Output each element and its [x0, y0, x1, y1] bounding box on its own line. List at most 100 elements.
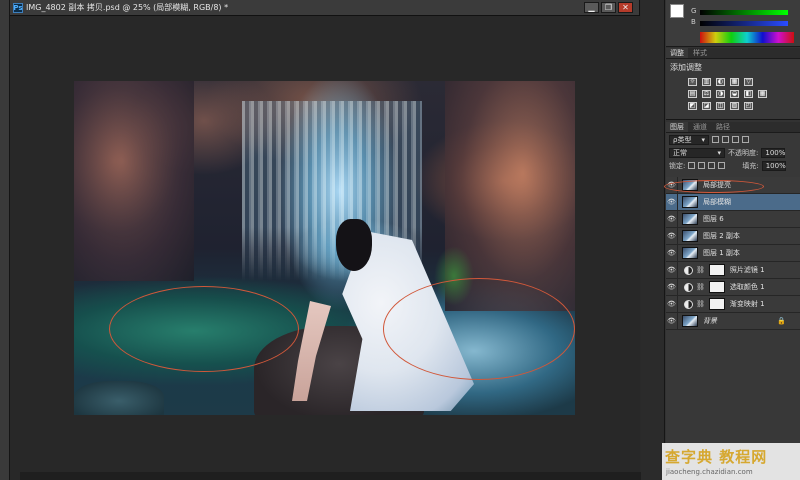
layer-row[interactable]: 👁 ⛓ 渐变映射 1 [666, 295, 800, 313]
fill-input[interactable]: 100% [761, 160, 786, 171]
layer-name[interactable]: 局部模糊 [703, 197, 731, 207]
layer-name[interactable]: 渐变映射 1 [730, 299, 765, 309]
vibrance-icon[interactable]: ▽ [744, 78, 753, 86]
blend-mode-value: 正常 [673, 148, 687, 157]
lock-label: 锁定: [669, 161, 686, 170]
chevron-down-icon: ▾ [701, 135, 705, 144]
layer-name[interactable]: 选取颜色 1 [730, 282, 765, 292]
blend-mode-dropdown[interactable]: 正常 ▾ [669, 147, 725, 158]
stone-left [74, 381, 164, 415]
layer-thumbnail[interactable] [682, 230, 698, 242]
visibility-eye-icon[interactable]: 👁 [666, 227, 678, 245]
layer-thumbnail[interactable] [682, 247, 698, 259]
adjustments-tabs: 调整 样式 [666, 48, 800, 59]
link-icon[interactable]: ⛓ [696, 266, 705, 274]
photoshop-window: Ps IMG_4802 副本 拷贝.psd @ 25% (局部模糊, RGB/8… [0, 0, 800, 480]
adjustment-icons-row-3: ◩ ◪ ◫ ▨ ◰ [666, 100, 800, 112]
layer-row[interactable]: 👁 ⛓ 照片滤镜 1 [666, 261, 800, 279]
layer-thumbnail[interactable] [682, 315, 698, 327]
watermark: 查字典 教程网 jiaocheng.chazidian.com [662, 443, 800, 480]
threshold-icon[interactable]: ◫ [716, 102, 725, 110]
document-window: Ps IMG_4802 副本 拷贝.psd @ 25% (局部模糊, RGB/8… [10, 0, 650, 480]
visibility-eye-icon[interactable]: 👁 [666, 244, 678, 262]
document-tab[interactable]: Ps IMG_4802 副本 拷贝.psd @ 25% (局部模糊, RGB/8… [10, 0, 639, 16]
posterize-icon[interactable]: ◪ [702, 102, 711, 110]
tab-layers[interactable]: 图层 [666, 122, 688, 132]
visibility-eye-icon[interactable]: 👁 [666, 261, 678, 279]
filter-shape-icon[interactable] [742, 136, 749, 143]
layer-row[interactable]: 👁 图层 6 [666, 210, 800, 228]
exposure-icon[interactable]: ▦ [730, 78, 739, 86]
lock-paint-icon[interactable] [698, 162, 706, 169]
black-white-icon[interactable]: ◑ [716, 90, 725, 98]
layer-thumbnail[interactable] [682, 213, 698, 225]
layer-row[interactable]: 👁 图层 1 副本 [666, 244, 800, 262]
invert-icon[interactable]: ◩ [688, 102, 697, 110]
layer-name[interactable]: 图层 1 副本 [703, 248, 740, 258]
layer-row[interactable]: 👁 背景 🔒 [666, 312, 800, 330]
layer-row[interactable]: 👁 ⛓ 选取颜色 1 [666, 278, 800, 296]
figure-hair [336, 219, 372, 271]
layer-filter-row: ρ类型 ▾ [666, 133, 800, 146]
collapsed-panel-strip[interactable] [641, 0, 665, 480]
g-label: G [691, 7, 697, 15]
layer-row[interactable]: 👁 图层 2 副本 [666, 227, 800, 245]
curves-icon[interactable]: ◐ [716, 78, 725, 86]
visibility-eye-icon[interactable]: 👁 [666, 210, 678, 228]
lock-position-icon[interactable] [708, 162, 716, 169]
canvas-area[interactable] [10, 16, 640, 480]
chevron-down-icon: ▾ [717, 148, 721, 157]
layer-name[interactable]: 图层 6 [703, 214, 724, 224]
visibility-eye-icon[interactable]: 👁 [666, 312, 678, 330]
layer-name[interactable]: 照片滤镜 1 [730, 265, 765, 275]
tab-channels[interactable]: 通道 [689, 122, 711, 132]
opacity-input[interactable]: 100% [761, 147, 786, 158]
link-icon[interactable]: ⛓ [696, 300, 705, 308]
brightness-icon[interactable]: ☼ [688, 78, 697, 86]
adjustment-icons-row-2: ▤ ⚖ ◑ ◒ ◧ ▦ [666, 88, 800, 100]
adjustment-icons-row-1: ☼ ▥ ◐ ▦ ▽ [666, 76, 800, 88]
layer-filter-dropdown[interactable]: ρ类型 ▾ [669, 134, 709, 145]
tab-styles[interactable]: 样式 [689, 48, 711, 58]
tools-strip[interactable] [0, 0, 10, 480]
color-spectrum[interactable] [700, 32, 794, 43]
opacity-value: 100% [765, 148, 786, 157]
opacity-label: 不透明度: [728, 148, 759, 157]
lock-all-icon[interactable] [718, 162, 726, 169]
visibility-eye-icon[interactable]: 👁 [666, 193, 678, 211]
annotation-ellipse-layer [664, 180, 764, 193]
tab-adjustments[interactable]: 调整 [666, 48, 688, 58]
gradient-map-icon[interactable]: ▨ [730, 102, 739, 110]
color-balance-icon[interactable]: ⚖ [702, 90, 711, 98]
layer-mask-thumbnail[interactable] [708, 298, 725, 310]
filter-type-icon[interactable] [732, 136, 739, 143]
color-lookup-icon[interactable]: ▦ [758, 90, 767, 98]
tab-paths[interactable]: 路径 [712, 122, 734, 132]
visibility-eye-icon[interactable]: 👁 [666, 295, 678, 313]
visibility-eye-icon[interactable]: 👁 [666, 278, 678, 296]
status-bar [20, 472, 650, 480]
link-icon[interactable]: ⛓ [696, 283, 705, 291]
layer-name[interactable]: 图层 2 副本 [703, 231, 740, 241]
layer-list: 👁 局部提亮 👁 局部模糊 👁 图层 6 👁 图层 2 副本 👁 图层 1 副本 👁 ⛓ 照片滤镜 1 👁… [666, 176, 800, 330]
g-slider[interactable] [700, 10, 788, 15]
filter-adjustment-icon[interactable] [722, 136, 729, 143]
layer-name[interactable]: 背景 [703, 316, 717, 326]
layer-thumbnail[interactable] [682, 196, 698, 208]
layer-mask-thumbnail[interactable] [708, 281, 725, 293]
foreground-swatch[interactable] [670, 4, 684, 18]
selective-color-icon[interactable]: ◰ [744, 102, 753, 110]
lock-transparent-icon[interactable] [688, 162, 696, 169]
rock-left [74, 81, 194, 281]
b-slider[interactable] [700, 21, 788, 26]
filter-pixel-icon[interactable] [712, 136, 719, 143]
channel-mixer-icon[interactable]: ◧ [744, 90, 753, 98]
photo-filter-icon[interactable]: ◒ [730, 90, 739, 98]
minimize-button[interactable]: ▁ [584, 2, 599, 13]
layer-mask-thumbnail[interactable] [708, 264, 725, 276]
hue-saturation-icon[interactable]: ▤ [688, 90, 697, 98]
levels-icon[interactable]: ▥ [702, 78, 711, 86]
restore-button[interactable]: ❐ [601, 2, 616, 13]
layer-row[interactable]: 👁 局部模糊 [666, 193, 800, 211]
close-button[interactable]: ✕ [618, 2, 633, 13]
